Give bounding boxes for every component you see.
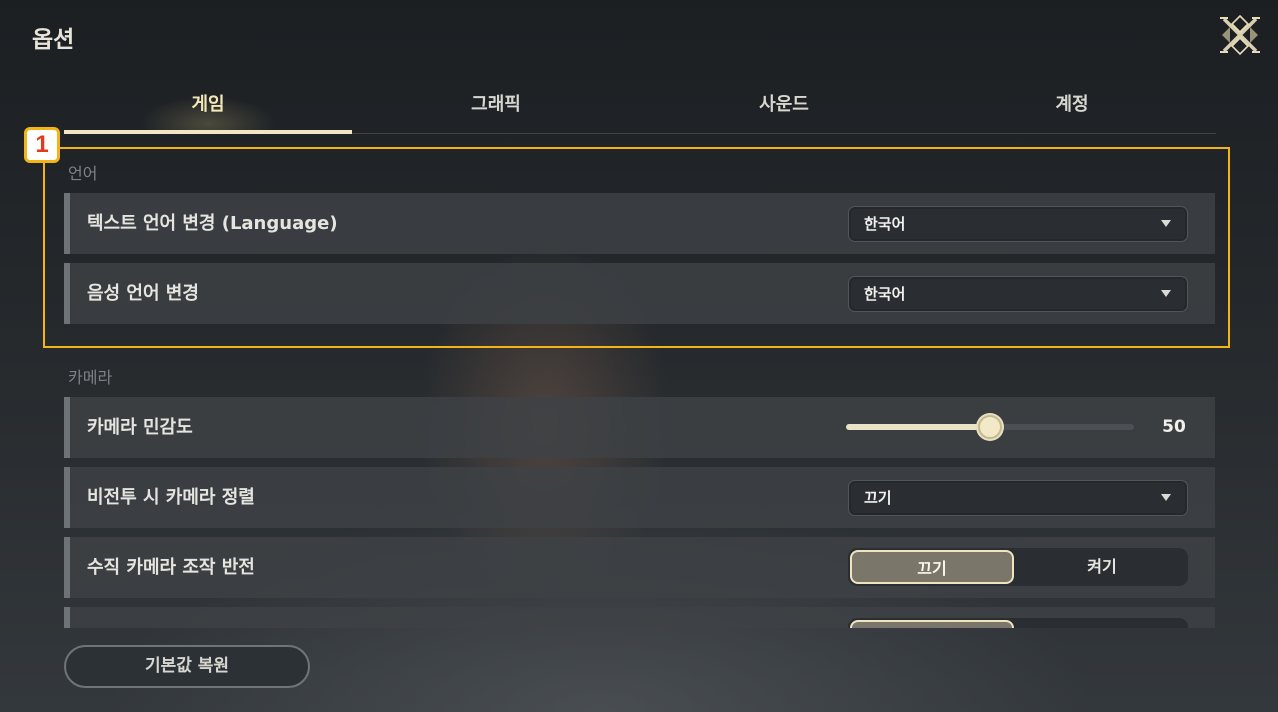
setting-row-invert-vertical: 수직 카메라 조작 반전 끄기 켜기	[64, 537, 1215, 598]
slider-fill	[846, 424, 990, 430]
toggle-option-selected[interactable]	[850, 620, 1014, 628]
invert-vertical-toggle: 끄기 켜기	[848, 548, 1188, 586]
slider-value: 50	[1162, 417, 1186, 437]
tab-bar: 게임 그래픽 사운드 계정	[64, 86, 1216, 134]
caret-down-icon	[1161, 290, 1171, 297]
setting-label: 텍스트 언어 변경 (Language)	[87, 213, 338, 234]
toggle-option-off[interactable]: 끄기	[850, 550, 1014, 584]
camera-sensitivity-slider[interactable]	[846, 415, 1134, 439]
setting-row-voice-language: 음성 언어 변경 한국어	[64, 263, 1215, 324]
dropdown-value: 한국어	[864, 215, 906, 233]
settings-list[interactable]: 텍스트 언어 변경 (Language) 한국어 음성 언어 변경 한국어 카메…	[64, 190, 1216, 628]
section-label-camera: 카메라	[68, 368, 113, 387]
toggle-option-on[interactable]: 켜기	[1020, 550, 1184, 584]
tab-game[interactable]: 게임	[64, 86, 352, 134]
setting-label: 수직 카메라 조작 반전	[87, 557, 255, 578]
setting-row-camera-sensitivity: 카메라 민감도 50	[64, 397, 1215, 458]
text-language-dropdown[interactable]: 한국어	[848, 206, 1188, 242]
step-number-badge: 1	[24, 127, 60, 163]
caret-down-icon	[1161, 220, 1171, 227]
setting-row-text-language: 텍스트 언어 변경 (Language) 한국어	[64, 193, 1215, 254]
slider-thumb[interactable]	[978, 415, 1002, 439]
setting-row-partial	[64, 607, 1215, 628]
tab-account[interactable]: 계정	[928, 86, 1216, 133]
caret-down-icon	[1161, 494, 1171, 501]
restore-defaults-button[interactable]: 기본값 복원	[64, 645, 310, 688]
options-title: 옵션	[32, 27, 75, 53]
dropdown-value: 끄기	[864, 489, 892, 507]
setting-label: 음성 언어 변경	[87, 283, 199, 304]
dropdown-value: 한국어	[864, 285, 906, 303]
camera-align-dropdown[interactable]: 끄기	[848, 480, 1188, 516]
partial-toggle	[848, 618, 1188, 628]
close-icon[interactable]	[1218, 14, 1262, 56]
section-label-language: 언어	[68, 164, 98, 183]
tab-sound[interactable]: 사운드	[640, 86, 928, 133]
tab-graphics[interactable]: 그래픽	[352, 86, 640, 133]
setting-row-battle-camera-align: 비전투 시 카메라 정렬 끄기	[64, 467, 1215, 528]
setting-label: 비전투 시 카메라 정렬	[87, 487, 255, 508]
voice-language-dropdown[interactable]: 한국어	[848, 276, 1188, 312]
setting-label: 카메라 민감도	[87, 417, 193, 438]
